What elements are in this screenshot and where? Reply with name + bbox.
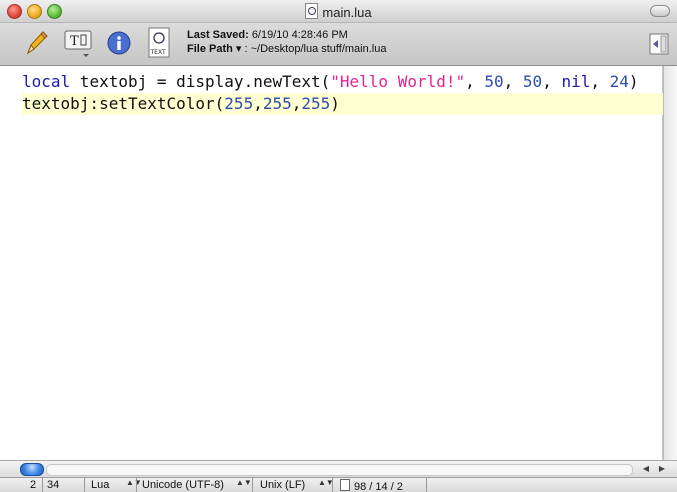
file-path-dropdown-icon[interactable]: ▾ bbox=[236, 43, 242, 55]
encoding-menu-arrows-icon[interactable]: ▲▼ bbox=[236, 478, 252, 487]
scroll-thumb[interactable] bbox=[20, 463, 44, 476]
code-token: , bbox=[465, 72, 485, 91]
code-editor[interactable]: local textobj = display.newText("Hello W… bbox=[0, 66, 665, 460]
column-number: 34 bbox=[47, 479, 60, 491]
status-bar: 2 34 Lua ▲▼ Unicode (UTF-8) ▲▼ Unix (LF)… bbox=[0, 477, 677, 492]
document-counts: 98 / 14 / 2 bbox=[340, 479, 403, 492]
horizontal-scrollbar[interactable]: ◀ ▶ bbox=[0, 460, 677, 477]
scroll-track[interactable] bbox=[46, 464, 633, 476]
code-token: textobj:setTextColor( bbox=[22, 94, 225, 113]
code-token: 50 bbox=[522, 72, 543, 91]
counts-value: 98 / 14 / 2 bbox=[354, 481, 403, 492]
pencil-icon[interactable] bbox=[22, 27, 50, 59]
text-format-icon[interactable]: T bbox=[63, 27, 93, 59]
status-divider bbox=[332, 478, 333, 492]
status-divider bbox=[136, 478, 137, 492]
code-token: 255 bbox=[301, 94, 331, 113]
status-divider bbox=[252, 478, 253, 492]
toolbar-toggle-button[interactable] bbox=[650, 5, 670, 17]
code-line-2[interactable]: textobj:setTextColor(255,255,255) bbox=[22, 93, 665, 115]
status-divider bbox=[84, 478, 85, 492]
code-token: ) bbox=[330, 94, 340, 113]
code-token: , bbox=[503, 72, 523, 91]
line-number: 2 bbox=[30, 479, 37, 491]
file-path-separator: : bbox=[244, 43, 248, 55]
syntax-menu-arrows-icon[interactable]: ▲▼ bbox=[126, 478, 142, 487]
line-endings-menu[interactable]: Unix (LF) bbox=[260, 479, 305, 492]
editor-window: main.lua T TEXT Last Saved: 6/19/10 4:28… bbox=[0, 0, 677, 492]
code-token: local bbox=[22, 72, 71, 91]
file-path-value: ~/Desktop/lua stuff/main.lua bbox=[250, 43, 387, 55]
code-token: , bbox=[542, 72, 562, 91]
page-icon bbox=[340, 479, 350, 491]
text-file-caption: TEXT bbox=[150, 49, 166, 56]
file-path-label[interactable]: File Path bbox=[187, 43, 233, 55]
code-token: 24 bbox=[609, 72, 629, 91]
code-token: textobj = display.newText( bbox=[70, 72, 331, 91]
toolbar: T TEXT Last Saved: 6/19/10 4:28:46 PM Fi… bbox=[0, 23, 677, 66]
window-title: main.lua bbox=[322, 5, 372, 20]
last-saved-label: Last Saved: bbox=[187, 29, 249, 41]
code-token: 255 bbox=[224, 94, 254, 113]
title-bar: main.lua bbox=[0, 0, 677, 23]
scroll-left-arrow-icon[interactable]: ◀ bbox=[639, 463, 653, 474]
status-divider bbox=[42, 478, 43, 492]
code-token: , bbox=[590, 72, 610, 91]
svg-text:T: T bbox=[70, 34, 79, 49]
document-proxy-icon[interactable] bbox=[305, 3, 319, 19]
last-saved-value: 6/19/10 4:28:46 PM bbox=[251, 29, 348, 41]
code-token: 255 bbox=[262, 94, 292, 113]
status-divider bbox=[426, 478, 427, 492]
code-token: ) bbox=[628, 72, 639, 91]
code-token: , bbox=[253, 94, 263, 113]
code-token: "Hello World!" bbox=[330, 72, 466, 91]
code-token: 50 bbox=[484, 72, 504, 91]
file-meta: Last Saved: 6/19/10 4:28:46 PM File Path… bbox=[187, 28, 386, 56]
window-title-wrap: main.lua bbox=[0, 3, 677, 20]
syntax-mode-menu[interactable]: Lua bbox=[91, 479, 109, 492]
code-token: , bbox=[291, 94, 302, 113]
encoding-menu[interactable]: Unicode (UTF-8) bbox=[142, 479, 224, 492]
code-line-1[interactable]: local textobj = display.newText("Hello W… bbox=[22, 71, 639, 93]
text-file-icon[interactable]: TEXT bbox=[146, 27, 172, 59]
vertical-scrollbar[interactable] bbox=[663, 66, 677, 460]
code-token: nil bbox=[561, 72, 591, 91]
sidebar-toggle-icon[interactable] bbox=[649, 33, 669, 55]
info-icon[interactable] bbox=[106, 27, 132, 59]
scroll-right-arrow-icon[interactable]: ▶ bbox=[655, 463, 669, 474]
